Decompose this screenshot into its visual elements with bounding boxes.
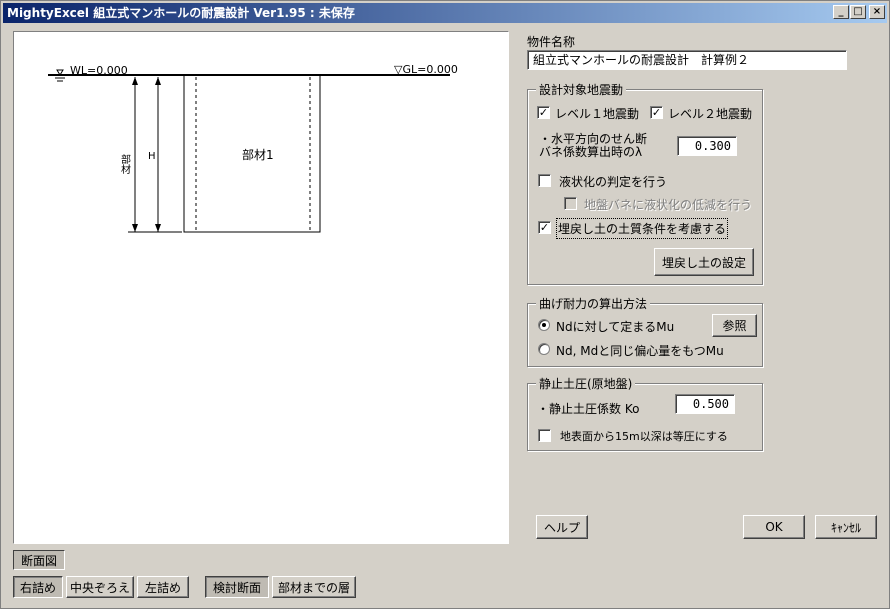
bending-group-title: 曲げ耐力の算出方法: [536, 295, 651, 312]
check-mark-icon: ✓: [538, 106, 549, 119]
spring-reduce-checkbox[interactable]: [564, 197, 577, 210]
spring-reduce-label: 地盤バネに液状化の低減を行う: [584, 198, 753, 212]
radio-dot-icon: [542, 323, 546, 327]
center-align-button[interactable]: 中央ぞろえ: [66, 576, 134, 598]
dimension-line-2: [155, 77, 161, 232]
earth-pressure-group-title: 静止土圧(原地盤): [536, 375, 636, 392]
dimension-label-h: H: [148, 151, 156, 162]
window-title: MightyExcel 組立式マンホールの耐震設計 Ver1.95 : 未保存: [7, 6, 355, 20]
cancel-button[interactable]: ｷｬﾝｾﾙ: [815, 515, 877, 539]
ok-button[interactable]: OK: [743, 515, 805, 539]
lambda-label: ・水平方向のせん断 バネ係数算出時のλ: [539, 133, 647, 159]
property-name-input[interactable]: 組立式マンホールの耐震設計 計算例２: [527, 50, 847, 70]
level2-label: レベル２地震動: [668, 107, 753, 121]
bending-option2-label: Nd, Mdと同じ偏心量をもつMu: [556, 344, 724, 358]
gl-label: ▽GL=0.000: [394, 63, 458, 76]
uniform-pressure-label: 地表面から15m以深は等圧にする: [560, 430, 728, 443]
main-window: MightyExcel 組立式マンホールの耐震設計 Ver1.95 : 未保存 …: [0, 0, 890, 609]
uniform-pressure-checkbox[interactable]: [538, 429, 551, 442]
backfill-settings-button[interactable]: 埋戻し土の設定: [654, 248, 754, 276]
section-view-label: 断面図: [13, 550, 65, 570]
help-button[interactable]: ヘルプ: [536, 515, 588, 539]
lambda-input[interactable]: 0.300: [677, 136, 737, 156]
level1-checkbox[interactable]: ✓: [537, 106, 550, 119]
ko-label: ・静止土圧係数 Ko: [537, 402, 640, 416]
wl-label: WL=0.000: [70, 64, 128, 77]
ko-input[interactable]: 0.500: [675, 394, 735, 414]
bending-option2-radio[interactable]: [538, 343, 550, 355]
property-name-label: 物件名称: [527, 35, 576, 49]
backfill-label: 埋戻し土の土質条件を考慮する: [555, 218, 729, 239]
close-button[interactable]: ×: [869, 5, 885, 19]
lambda-label-line2: バネ係数算出時のλ: [539, 145, 643, 159]
bending-option1-label: Ndに対して定まるMu: [556, 320, 675, 334]
level1-label: レベル１地震動: [555, 107, 640, 121]
seismic-group-title: 設計対象地震動: [536, 81, 627, 98]
minimize-button[interactable]: _: [833, 5, 849, 19]
liquefaction-label: 液状化の判定を行う: [559, 175, 668, 189]
liquefaction-checkbox[interactable]: [538, 174, 551, 187]
maximize-button[interactable]: □: [850, 5, 866, 19]
right-align-button[interactable]: 右詰め: [13, 576, 63, 598]
check-mark-icon: ✓: [539, 221, 550, 234]
bending-option1-radio[interactable]: [538, 319, 550, 331]
section-drawing: WL=0.000 ▽GL=0.000 部材 H 部材1: [48, 63, 458, 233]
level2-checkbox[interactable]: ✓: [650, 106, 663, 119]
check-mark-icon: ✓: [651, 106, 662, 119]
title-bar: MightyExcel 組立式マンホールの耐震設計 Ver1.95 : 未保存: [3, 3, 887, 23]
backfill-checkbox[interactable]: ✓: [538, 221, 551, 234]
reference-button[interactable]: 参照: [712, 314, 757, 337]
left-align-button[interactable]: 左詰め: [137, 576, 189, 598]
section-drawing-canvas[interactable]: WL=0.000 ▽GL=0.000 部材 H 部材1: [13, 31, 509, 544]
member-label: 部材1: [242, 147, 274, 162]
layers-to-member-button[interactable]: 部材までの層: [272, 576, 356, 598]
dimension-label-member: 部材: [119, 153, 131, 174]
check-section-button[interactable]: 検討断面: [205, 576, 269, 598]
